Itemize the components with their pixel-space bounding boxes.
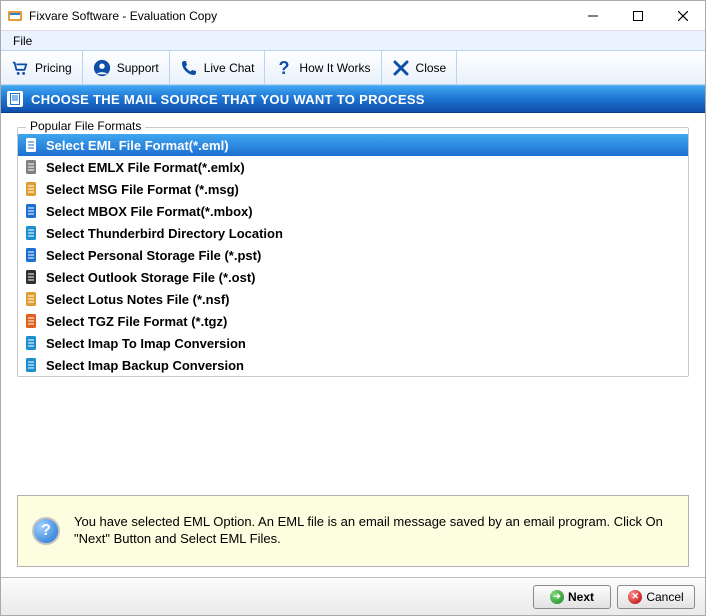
phone-icon xyxy=(180,59,198,77)
format-item-label: Select Lotus Notes File (*.nsf) xyxy=(46,292,229,307)
section-header: CHOOSE THE MAIL SOURCE THAT YOU WANT TO … xyxy=(1,85,705,113)
formats-list: Select EML File Format(*.eml) Select EMLX… xyxy=(18,134,688,376)
file-format-icon xyxy=(24,225,40,241)
format-item[interactable]: Select MBOX File Format(*.mbox) xyxy=(18,200,688,222)
next-icon: ➔ xyxy=(550,590,564,604)
file-format-icon xyxy=(24,335,40,351)
window-title: Fixvare Software - Evaluation Copy xyxy=(29,9,570,23)
file-format-icon xyxy=(24,357,40,373)
close-label: Close xyxy=(416,61,447,75)
section-header-title: CHOOSE THE MAIL SOURCE THAT YOU WANT TO … xyxy=(31,92,425,107)
window-controls xyxy=(570,1,705,30)
pricing-button[interactable]: Pricing xyxy=(1,51,83,84)
format-item[interactable]: Select TGZ File Format (*.tgz) xyxy=(18,310,688,332)
livechat-button[interactable]: Live Chat xyxy=(170,51,266,84)
footer: ➔ Next ✕ Cancel xyxy=(1,577,705,615)
menu-file[interactable]: File xyxy=(9,34,36,48)
format-item-label: Select EMLX File Format(*.emlx) xyxy=(46,160,245,175)
format-item-label: Select Imap To Imap Conversion xyxy=(46,336,246,351)
file-format-icon xyxy=(24,313,40,329)
document-icon xyxy=(7,91,23,107)
format-item-label: Select EML File Format(*.eml) xyxy=(46,138,229,153)
info-icon: ? xyxy=(32,517,60,545)
menubar: File xyxy=(1,31,705,51)
content-area: Popular File Formats Select EML File For… xyxy=(1,113,705,577)
format-item-label: Select TGZ File Format (*.tgz) xyxy=(46,314,227,329)
app-icon xyxy=(7,8,23,24)
format-item[interactable]: Select Lotus Notes File (*.nsf) xyxy=(18,288,688,310)
titlebar: Fixvare Software - Evaluation Copy xyxy=(1,1,705,31)
file-format-icon xyxy=(24,291,40,307)
format-item[interactable]: Select Imap To Imap Conversion xyxy=(18,332,688,354)
format-item-label: Select Imap Backup Conversion xyxy=(46,358,244,373)
formats-fieldset: Popular File Formats Select EML File For… xyxy=(17,127,689,377)
howitworks-label: How It Works xyxy=(299,61,370,75)
file-format-icon xyxy=(24,247,40,263)
app-window: Fixvare Software - Evaluation Copy File xyxy=(0,0,706,616)
format-item-label: Select MSG File Format (*.msg) xyxy=(46,182,239,197)
pricing-label: Pricing xyxy=(35,61,72,75)
format-item[interactable]: Select Personal Storage File (*.pst) xyxy=(18,244,688,266)
cancel-button[interactable]: ✕ Cancel xyxy=(617,585,695,609)
format-item[interactable]: Select MSG File Format (*.msg) xyxy=(18,178,688,200)
headset-icon xyxy=(93,59,111,77)
format-item[interactable]: Select Thunderbird Directory Location xyxy=(18,222,688,244)
close-window-button[interactable] xyxy=(660,1,705,31)
format-item[interactable]: Select EML File Format(*.eml) xyxy=(18,134,688,156)
file-format-icon xyxy=(24,269,40,285)
file-format-icon xyxy=(24,181,40,197)
file-format-icon xyxy=(24,159,40,175)
close-icon xyxy=(392,59,410,77)
cancel-icon: ✕ xyxy=(628,590,642,604)
close-button[interactable]: Close xyxy=(382,51,458,84)
minimize-button[interactable] xyxy=(570,1,615,31)
cancel-label: Cancel xyxy=(646,590,683,604)
question-icon: ? xyxy=(275,59,293,77)
format-item-label: Select Personal Storage File (*.pst) xyxy=(46,248,261,263)
file-format-icon xyxy=(24,203,40,219)
support-button[interactable]: Support xyxy=(83,51,170,84)
formats-legend: Popular File Formats xyxy=(26,119,145,133)
info-text: You have selected EML Option. An EML fil… xyxy=(74,514,674,548)
format-item-label: Select MBOX File Format(*.mbox) xyxy=(46,204,253,219)
howitworks-button[interactable]: ? How It Works xyxy=(265,51,381,84)
file-format-icon xyxy=(24,137,40,153)
toolbar: Pricing Support Live Chat xyxy=(1,51,705,85)
format-item-label: Select Thunderbird Directory Location xyxy=(46,226,283,241)
format-item[interactable]: Select Outlook Storage File (*.ost) xyxy=(18,266,688,288)
format-item-label: Select Outlook Storage File (*.ost) xyxy=(46,270,255,285)
maximize-button[interactable] xyxy=(615,1,660,31)
next-label: Next xyxy=(568,590,594,604)
svg-text:?: ? xyxy=(279,59,290,77)
format-item[interactable]: Select EMLX File Format(*.emlx) xyxy=(18,156,688,178)
livechat-label: Live Chat xyxy=(204,61,255,75)
info-panel: ? You have selected EML Option. An EML f… xyxy=(17,495,689,567)
next-button[interactable]: ➔ Next xyxy=(533,585,611,609)
support-label: Support xyxy=(117,61,159,75)
format-item[interactable]: Select Imap Backup Conversion xyxy=(18,354,688,376)
cart-icon xyxy=(11,59,29,77)
